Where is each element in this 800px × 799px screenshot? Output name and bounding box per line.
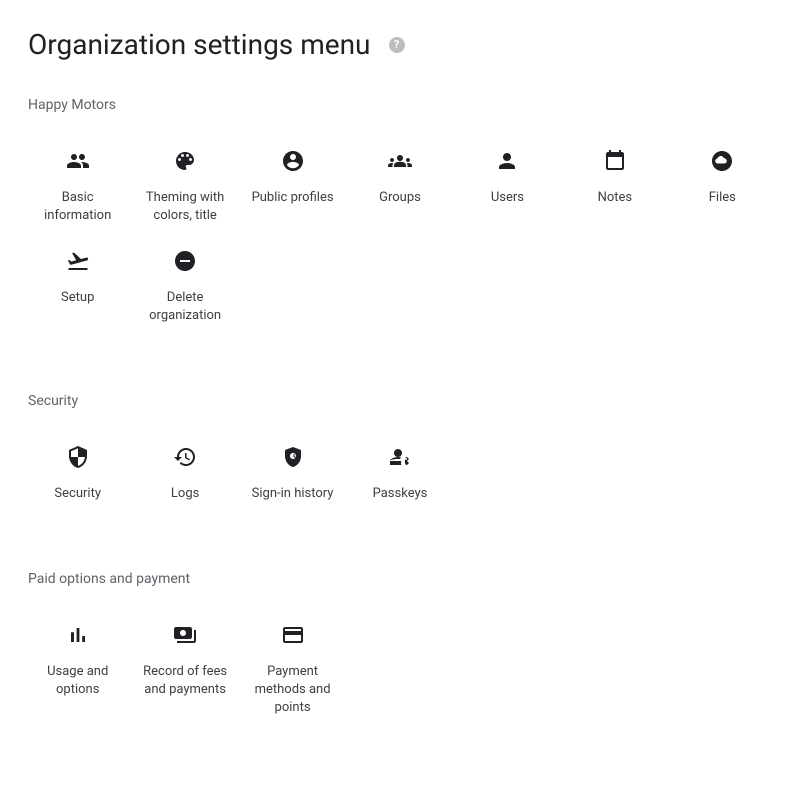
- palette-icon: [165, 141, 205, 181]
- page-title: Organization settings menu: [28, 28, 371, 61]
- tile-label: Public profiles: [252, 189, 334, 207]
- section-label-security: Security: [28, 393, 772, 409]
- tile-label: Record of fees and payments: [139, 663, 231, 699]
- tile-delete-organization[interactable]: Delete organization: [135, 237, 234, 325]
- tile-theming[interactable]: Theming with colors, title: [135, 137, 234, 225]
- section-label-happy-motors: Happy Motors: [28, 97, 772, 113]
- tile-basic-information[interactable]: Basic information: [28, 137, 127, 225]
- section-label-paid: Paid options and payment: [28, 571, 772, 587]
- tile-label: Setup: [61, 289, 94, 307]
- tile-public-profiles[interactable]: Public profiles: [243, 137, 342, 225]
- tile-label: Notes: [598, 189, 633, 207]
- credit-card-icon: [273, 615, 313, 655]
- tile-label: Users: [491, 189, 524, 207]
- tile-label: Usage and options: [32, 663, 124, 699]
- tile-users[interactable]: Users: [458, 137, 557, 225]
- tile-label: Security: [54, 485, 101, 503]
- bar-chart-icon: [58, 615, 98, 655]
- tile-payment-methods[interactable]: Payment methods and points: [243, 611, 342, 717]
- groups-icon: [380, 141, 420, 181]
- tile-usage-and-options[interactable]: Usage and options: [28, 611, 127, 717]
- tile-passkeys[interactable]: Passkeys: [350, 433, 449, 503]
- tile-label: Groups: [379, 189, 421, 207]
- cloud-icon: [702, 141, 742, 181]
- tile-record-fees-payments[interactable]: Record of fees and payments: [135, 611, 234, 717]
- flight-takeoff-icon: [58, 241, 98, 281]
- tile-label: Delete organization: [139, 289, 231, 325]
- help-icon[interactable]: ?: [389, 37, 405, 53]
- passkey-icon: [380, 437, 420, 477]
- tile-files[interactable]: Files: [673, 137, 772, 225]
- calendar-icon: [595, 141, 635, 181]
- tile-logs[interactable]: Logs: [135, 433, 234, 503]
- tile-notes[interactable]: Notes: [565, 137, 664, 225]
- tile-groups[interactable]: Groups: [350, 137, 449, 225]
- tile-security[interactable]: Security: [28, 433, 127, 503]
- tile-label: Logs: [171, 485, 199, 503]
- tile-label: Passkeys: [373, 485, 428, 503]
- tile-label: Payment methods and points: [247, 663, 339, 717]
- tile-setup[interactable]: Setup: [28, 237, 127, 325]
- shield-icon: [58, 437, 98, 477]
- person-icon: [487, 141, 527, 181]
- do-not-disturb-icon: [165, 241, 205, 281]
- tile-label: Sign-in history: [252, 485, 334, 503]
- tile-label: Theming with colors, title: [139, 189, 231, 225]
- shield-clock-icon: [273, 437, 313, 477]
- page-title-row: Organization settings menu ?: [28, 28, 772, 61]
- tile-label: Basic information: [32, 189, 124, 225]
- grid-security: Security Logs Sign-in history Passkeys: [28, 433, 772, 503]
- account-circle-icon: [273, 141, 313, 181]
- tile-signin-history[interactable]: Sign-in history: [243, 433, 342, 503]
- grid-paid: Usage and options Record of fees and pay…: [28, 611, 772, 717]
- history-icon: [165, 437, 205, 477]
- people-icon: [58, 141, 98, 181]
- tile-label: Files: [709, 189, 736, 207]
- grid-happy-motors: Basic information Theming with colors, t…: [28, 137, 772, 325]
- payments-icon: [165, 615, 205, 655]
